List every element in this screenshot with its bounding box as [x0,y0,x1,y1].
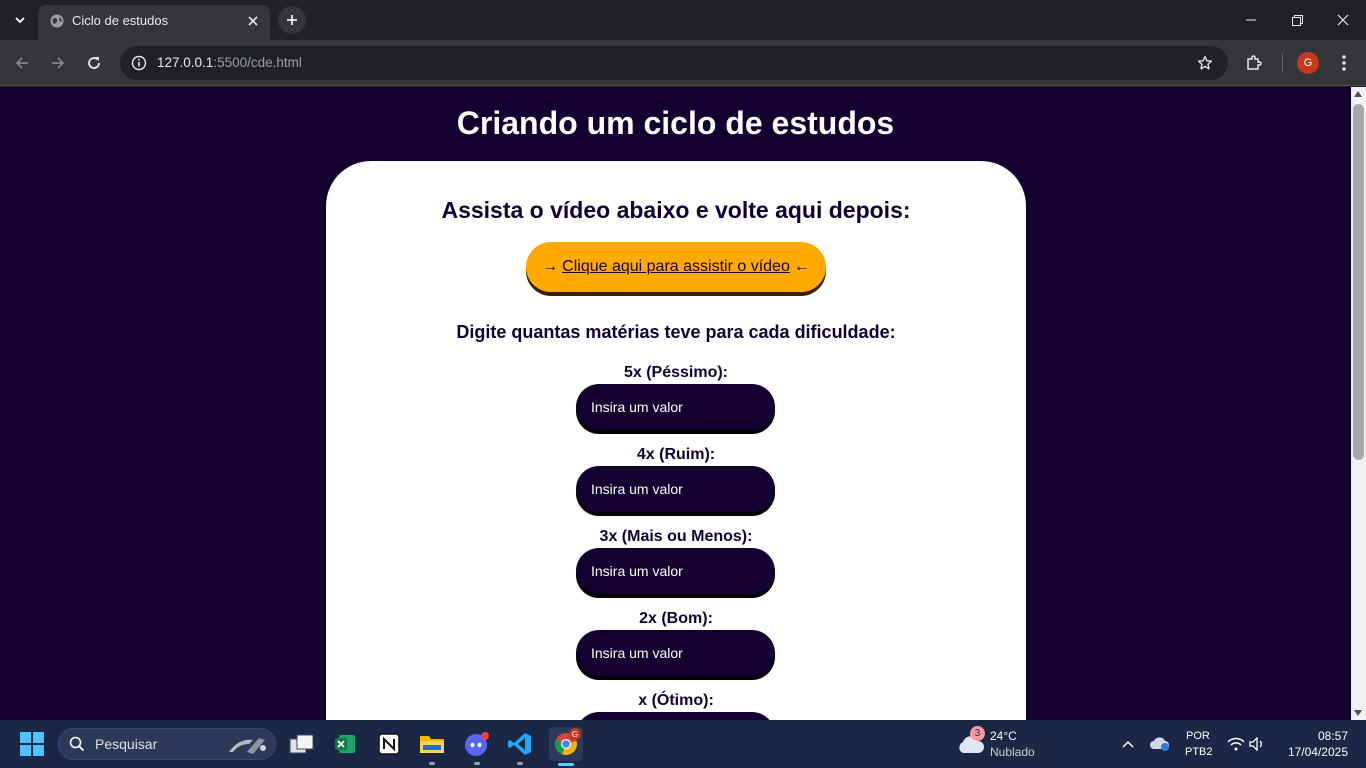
site-info-button[interactable] [126,50,152,76]
reload-icon [88,57,100,69]
input-3x[interactable] [576,548,775,594]
clock-time[interactable]: 08:57 [1318,729,1348,743]
arrow-left-icon [15,57,28,69]
card-heading: Assista o vídeo abaixo e volte aqui depo… [441,197,911,223]
arrow-right-icon [52,57,65,69]
weather-description: Nublado [990,745,1035,759]
weather-badge: 3 [970,726,985,741]
vscode-app[interactable] [504,728,536,765]
notion-icon [378,733,400,755]
arrow-left-glyph: ← [793,258,810,275]
info-icon [131,55,147,71]
start-button[interactable] [16,728,48,760]
scroll-up-arrow[interactable] [1354,91,1362,97]
forward-button[interactable] [44,49,72,77]
close-icon [248,16,258,26]
app-running-indicator [474,762,480,765]
input-5x[interactable] [576,384,775,430]
address-bar[interactable]: 127.0.0.1:5500/cde.html [120,46,1228,80]
volume-tray[interactable] [1242,728,1274,760]
close-window-button[interactable] [1320,0,1366,40]
extensions-button[interactable] [1240,49,1268,77]
more-vert-icon [1342,55,1346,71]
speaker-icon [1249,737,1262,751]
excel-app[interactable] [329,728,361,760]
page-title: Criando um ciclo de estudos [456,105,895,141]
minimize-button[interactable] [1228,0,1274,40]
vscode-icon [508,733,531,755]
url-host: 127.0.0.1 [157,55,214,70]
search-icon [69,736,85,752]
arrow-right-glyph: → [542,258,559,275]
language-code[interactable]: POR [1186,730,1210,742]
scroll-thumb[interactable] [1353,104,1364,460]
puzzle-icon [1247,55,1262,70]
excel-icon [335,735,355,753]
keyboard-layout[interactable]: PTB2 [1185,746,1213,758]
clock-date[interactable]: 17/04/2025 [1288,745,1348,759]
content-card: Assista o vídeo abaixo e volte aqui depo… [326,161,1026,720]
field-label-5x: 5x (Péssimo): [623,364,729,381]
show-hidden-icons-button[interactable] [1112,728,1144,760]
taskbar-search[interactable]: Pesquisar [58,728,276,760]
weather-temperature: 24°C [990,729,1017,743]
restore-button[interactable] [1274,0,1320,40]
browser-toolbar: 127.0.0.1:5500/cde.html G [0,40,1366,86]
app-active-indicator [558,763,574,766]
chrome-profile-badge: G [569,728,581,740]
instruction-text: Digite quantas matérias teve para cada d… [456,322,896,342]
field-label-4x: 4x (Ruim): [636,446,716,463]
tab-title: Ciclo de estudos [72,13,169,28]
new-tab-button[interactable] [278,6,306,34]
tab-strip: Ciclo de estudos [0,0,1366,40]
file-explorer-app[interactable] [416,728,448,765]
input-2x[interactable] [576,630,775,676]
discord-app[interactable] [461,728,493,765]
folder-icon [420,736,444,753]
plus-icon [287,15,297,25]
url-text: 127.0.0.1:5500/cde.html [157,55,302,70]
restore-icon [1291,14,1303,26]
reload-button[interactable] [80,49,108,77]
onedrive-tray[interactable] [1144,728,1176,760]
page-scrollbar[interactable] [1351,87,1366,720]
chrome-app[interactable]: G [549,727,583,766]
page-viewport: Criando um ciclo de estudos Assista o ví… [0,87,1366,720]
back-button[interactable] [8,49,36,77]
app-running-indicator [517,762,523,765]
weather-widget[interactable]: 3 [954,726,986,760]
field-label-3x: 3x (Mais ou Menos): [599,528,753,545]
field-label-2x: 2x (Bom): [639,610,713,627]
discord-icon [465,732,489,756]
app-running-indicator [429,762,435,765]
search-label: Pesquisar [95,736,158,752]
search-highlight-icon [229,738,266,754]
browser-tab[interactable]: Ciclo de estudos [38,5,270,40]
tab-close-button[interactable] [244,12,262,30]
video-button[interactable]: → Clique aqui para assistir o vídeo ← [526,242,826,292]
input-1x[interactable] [576,712,775,720]
cloud-sync-icon [1150,737,1169,751]
menu-button[interactable] [1330,49,1358,77]
globe-icon [50,14,64,28]
task-view-button[interactable] [286,728,318,760]
close-icon [1337,14,1349,26]
field-label-1x: x (Ótimo): [638,692,714,709]
minimize-icon [1246,19,1256,21]
windows-logo-icon [20,732,44,756]
scroll-down-arrow[interactable] [1354,710,1362,716]
video-link[interactable]: Clique aqui para assistir o vídeo [562,258,790,276]
url-path: :5500/cde.html [213,55,302,70]
input-4x[interactable] [576,466,775,512]
taskbar: Pesquisar G 3 24°C Nublado POR PTB2 08:5… [0,720,1366,768]
toolbar-divider [1282,53,1283,73]
profile-avatar[interactable]: G [1297,52,1319,74]
chevron-up-icon [1122,740,1134,748]
chevron-down-icon [15,17,25,24]
notion-app[interactable] [373,728,405,760]
task-view-icon [289,734,314,754]
tab-search-button[interactable] [8,8,32,32]
star-icon [1197,55,1213,70]
bookmark-button[interactable] [1192,50,1218,76]
